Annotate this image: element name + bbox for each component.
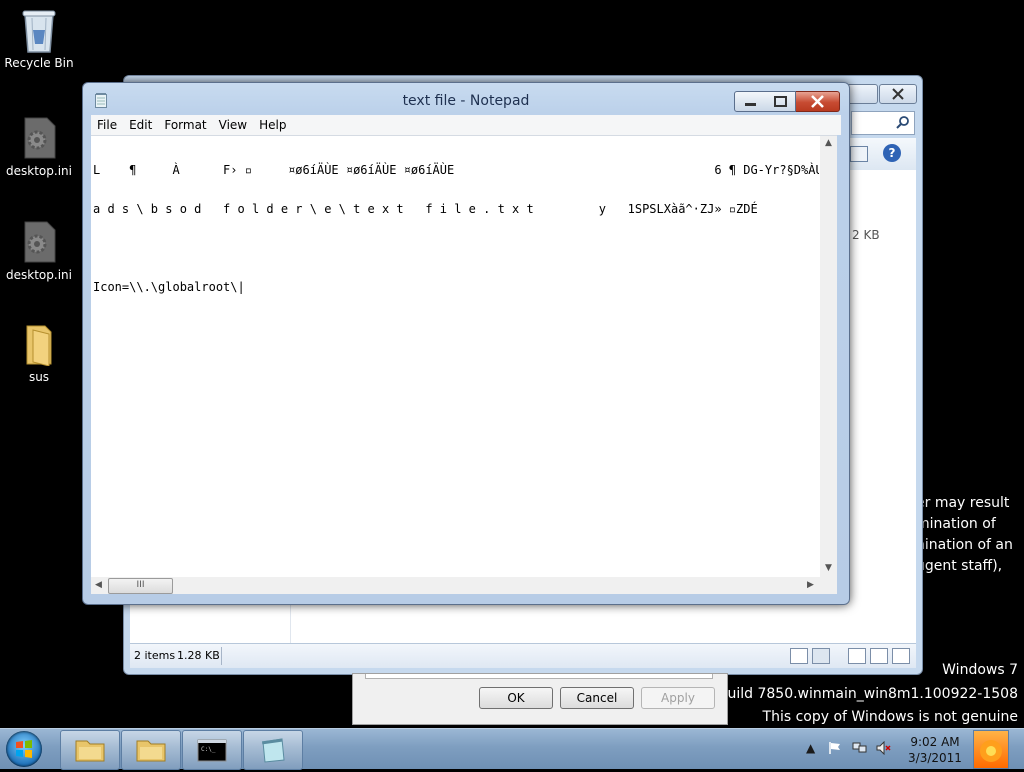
system-clock[interactable]: 9:02 AM 3/3/2011 <box>895 734 975 766</box>
desktop-icon-desktop-ini-1[interactable]: desktop.ini <box>1 116 77 178</box>
flower-thumbnail-icon <box>980 740 1002 762</box>
menu-view[interactable]: View <box>213 115 253 133</box>
clock-time: 9:02 AM <box>910 735 960 749</box>
menu-file[interactable]: File <box>91 115 123 133</box>
explorer-icon <box>136 740 166 762</box>
layout-icon[interactable] <box>848 648 866 664</box>
close-icon <box>892 88 904 100</box>
scroll-left-icon[interactable]: ◀ <box>95 580 102 590</box>
details-view-icon[interactable] <box>790 648 808 664</box>
vertical-scrollbar[interactable]: ▲ ▼ <box>820 136 837 577</box>
horizontal-scroll-thumb[interactable]: III <box>108 578 173 594</box>
maximize-icon <box>774 96 787 107</box>
desktop-icon-desktop-ini-2[interactable]: desktop.ini <box>1 220 77 282</box>
taskbar-cmd-button[interactable]: C:\_ <box>182 730 242 770</box>
file-size-cell: 2 KB <box>852 228 880 242</box>
settings-file-icon <box>19 116 59 160</box>
taskbar-explorer-button[interactable] <box>121 730 181 770</box>
menu-bar: File Edit Format View Help <box>91 115 841 135</box>
explorer-status-bar: 2 items 1.28 KB <box>130 643 916 668</box>
desktop-icon-recycle-bin[interactable]: Recycle Bin <box>1 8 77 70</box>
eula-text: er may result mination of nination of an… <box>916 493 1013 577</box>
explorer-maximize-button[interactable] <box>846 84 878 104</box>
desktop-icon-label: sus <box>28 370 50 384</box>
scroll-up-icon[interactable]: ▲ <box>825 138 832 148</box>
desktop-icon-label: desktop.ini <box>6 268 72 282</box>
action-center-flag-icon[interactable] <box>828 741 842 755</box>
start-button[interactable] <box>6 731 42 767</box>
ok-button[interactable]: OK <box>479 687 553 709</box>
status-size: 1.28 KB <box>177 649 220 662</box>
apply-button[interactable]: Apply <box>641 687 715 709</box>
volume-muted-icon[interactable] <box>876 741 892 755</box>
explorer-close-button[interactable] <box>879 84 917 104</box>
status-item-count: 2 items <box>134 649 176 662</box>
close-icon <box>811 95 824 108</box>
folder-icon <box>19 322 59 367</box>
watermark-build: . Build 7850.winmain_win8m1.100922-1508 <box>708 686 1018 702</box>
cancel-button[interactable]: Cancel <box>560 687 634 709</box>
editor-content: L ¶ À F› ▫ ¤ø6íÄÙE ¤ø6íÄÙE ¤ø6íÄÙE 6 ¶ D… <box>93 138 819 320</box>
editor-line: Icon=\\.\globalroot\| <box>93 280 245 294</box>
notepad-window: text file - Notepad File Edit Format View He… <box>82 82 850 605</box>
menu-edit[interactable]: Edit <box>123 115 158 133</box>
menu-help[interactable]: Help <box>253 115 292 133</box>
editor-line: L ¶ À F› ▫ ¤ø6íÄÙE ¤ø6íÄÙE ¤ø6íÄÙE 6 ¶ D… <box>93 163 819 177</box>
explorer-icon <box>75 740 105 762</box>
eula-line: mination of <box>916 516 996 532</box>
windows-logo-icon <box>16 740 32 758</box>
notepad-icon <box>261 738 285 763</box>
desktop-icon-label: Recycle Bin <box>4 56 74 70</box>
minimize-button[interactable] <box>734 91 767 112</box>
desktop-icon-label: desktop.ini <box>6 164 72 178</box>
eula-line: ugent staff), <box>916 558 1003 574</box>
desktop-icon-sus[interactable]: sus <box>1 322 77 384</box>
taskbar-explorer-button[interactable] <box>60 730 120 770</box>
watermark-genuine-notice: This copy of Windows is not genuine <box>762 709 1018 725</box>
command-prompt-icon: C:\_ <box>197 739 227 762</box>
layout-icon[interactable] <box>870 648 888 664</box>
scroll-right-icon[interactable]: ▶ <box>807 580 814 590</box>
scroll-down-icon[interactable]: ▼ <box>825 563 832 573</box>
layout-icon[interactable] <box>892 648 910 664</box>
menu-format[interactable]: Format <box>158 115 212 133</box>
preview-pane-icon[interactable] <box>850 146 868 162</box>
large-icons-view-icon[interactable] <box>812 648 830 664</box>
watermark-windows-version: Windows 7 <box>942 662 1018 678</box>
eula-line: nination of an <box>916 537 1013 553</box>
text-editor[interactable]: L ¶ À F› ▫ ¤ø6íÄÙE ¤ø6íÄÙE ¤ø6íÄÙE 6 ¶ D… <box>91 135 837 577</box>
maximize-button[interactable] <box>766 91 796 112</box>
search-icon <box>896 116 909 129</box>
eula-line: er may result <box>916 495 1010 511</box>
properties-dialog: OK Cancel Apply <box>352 673 728 725</box>
svg-text:C:\_: C:\_ <box>201 746 216 753</box>
close-button[interactable] <box>796 91 840 112</box>
clock-date: 3/3/2011 <box>908 751 962 765</box>
explorer-search-input[interactable] <box>851 111 915 135</box>
size-grip[interactable] <box>820 577 837 594</box>
settings-file-icon <box>19 220 59 264</box>
show-hidden-icons-icon[interactable]: ▲ <box>806 741 815 755</box>
help-icon[interactable]: ? <box>883 144 901 162</box>
minimize-icon <box>745 103 756 106</box>
show-desktop-button[interactable] <box>973 730 1009 769</box>
taskbar: C:\_ ▲ 9:02 AM 3/3/2011 <box>0 728 1024 770</box>
network-icon[interactable] <box>852 741 868 755</box>
horizontal-scrollbar[interactable]: ◀ III ▶ <box>91 577 820 594</box>
editor-line: a d s \ b s o d f o l d e r \ e \ t e x … <box>93 202 758 216</box>
recycle-bin-icon <box>19 8 59 53</box>
taskbar-notepad-button[interactable] <box>243 730 303 770</box>
